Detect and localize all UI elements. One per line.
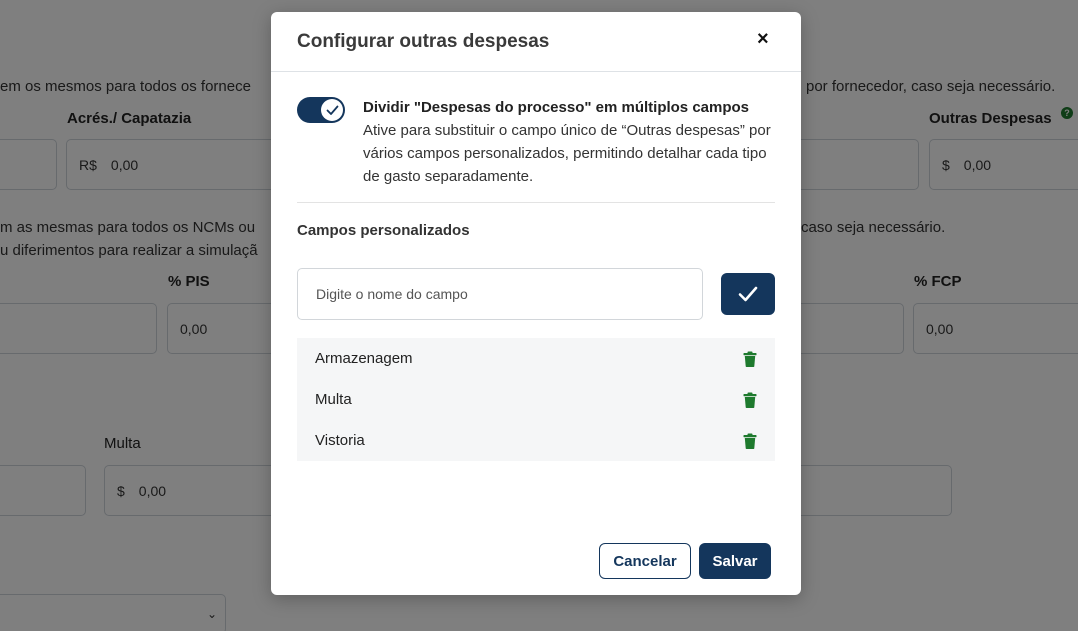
check-icon — [326, 105, 338, 115]
cancel-button[interactable]: Cancelar — [599, 543, 691, 579]
modal-title: Configurar outras despesas — [297, 31, 550, 52]
save-button[interactable]: Salvar — [699, 543, 771, 579]
divider — [297, 202, 775, 203]
configure-expenses-modal: Configurar outras despesas × Dividir "De… — [271, 12, 801, 595]
list-item-label: Armazenagem — [315, 350, 413, 367]
check-icon — [738, 286, 758, 302]
delete-button[interactable] — [743, 433, 757, 449]
custom-fields-list: Armazenagem Multa Vistoria — [297, 338, 775, 461]
delete-button[interactable] — [743, 351, 757, 367]
toggle-title: Dividir "Despesas do processo" em múltip… — [363, 99, 750, 116]
section-title: Campos personalizados — [297, 222, 470, 239]
delete-button[interactable] — [743, 392, 757, 408]
add-field-button[interactable] — [721, 273, 775, 315]
list-item: Multa — [297, 379, 775, 420]
close-icon[interactable]: × — [757, 29, 769, 49]
toggle-description: Ative para substituir o campo único de “… — [363, 122, 771, 185]
field-name-input[interactable] — [297, 268, 703, 320]
split-expenses-toggle[interactable] — [297, 97, 345, 123]
trash-icon — [743, 433, 757, 449]
trash-icon — [743, 351, 757, 367]
toggle-knob — [321, 99, 343, 121]
list-item-label: Vistoria — [315, 432, 365, 449]
trash-icon — [743, 392, 757, 408]
list-item: Armazenagem — [297, 338, 775, 379]
modal-header: Configurar outras despesas × — [271, 12, 801, 72]
list-item-label: Multa — [315, 391, 352, 408]
list-item: Vistoria — [297, 420, 775, 461]
